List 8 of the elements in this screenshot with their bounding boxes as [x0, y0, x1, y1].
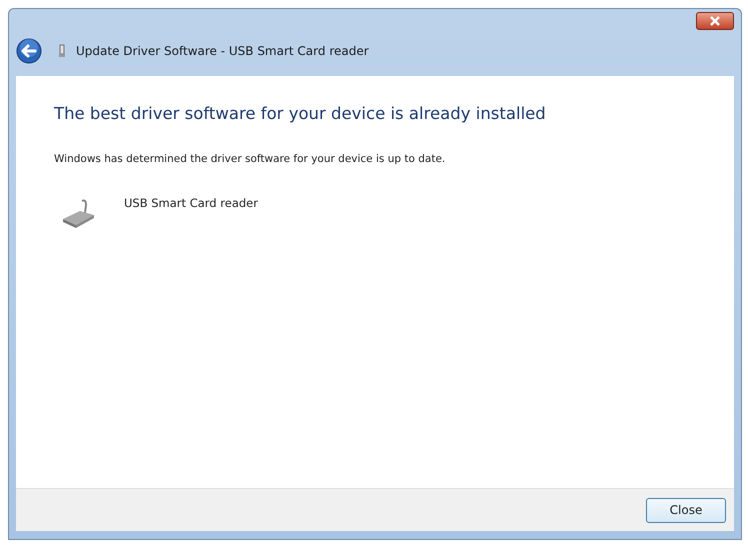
message-text: Windows has determined the driver software for your device is up to date.	[54, 153, 446, 165]
back-arrow-icon[interactable]	[16, 38, 42, 64]
device-name: USB Smart Card reader	[124, 196, 258, 210]
close-icon[interactable]	[696, 12, 734, 30]
heading: The best driver software for your device is already installed	[54, 104, 547, 123]
window-title: Update Driver Software - USB Smart Card reader	[76, 44, 369, 58]
close-button[interactable]: Close	[646, 498, 726, 522]
device-icon	[58, 44, 66, 58]
